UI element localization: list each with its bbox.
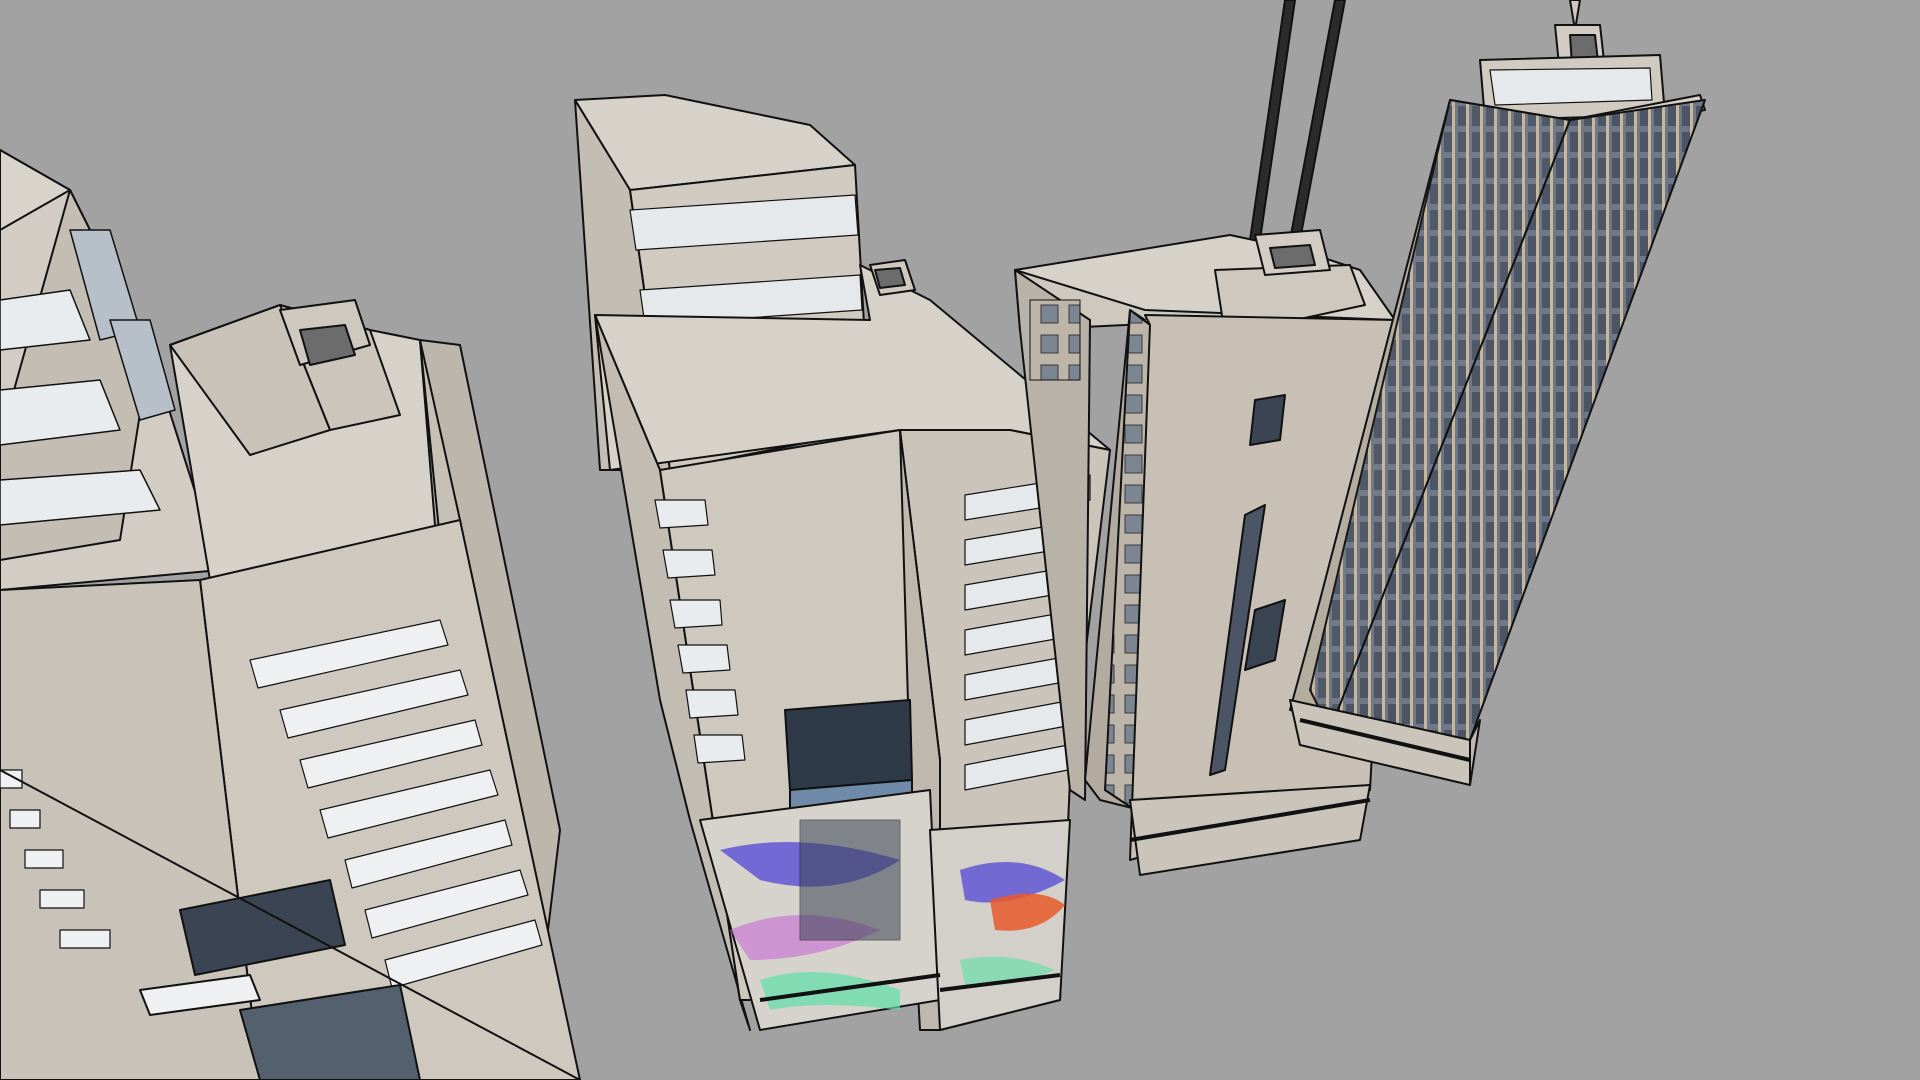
antenna-icon	[1249, 0, 1346, 241]
building-center[interactable]	[574, 94, 1111, 1031]
building-left[interactable]	[0, 149, 581, 1080]
scene-canvas[interactable]	[0, 0, 1920, 1080]
3d-viewport[interactable]	[0, 0, 1920, 1080]
graffiti-base	[699, 789, 1071, 1031]
